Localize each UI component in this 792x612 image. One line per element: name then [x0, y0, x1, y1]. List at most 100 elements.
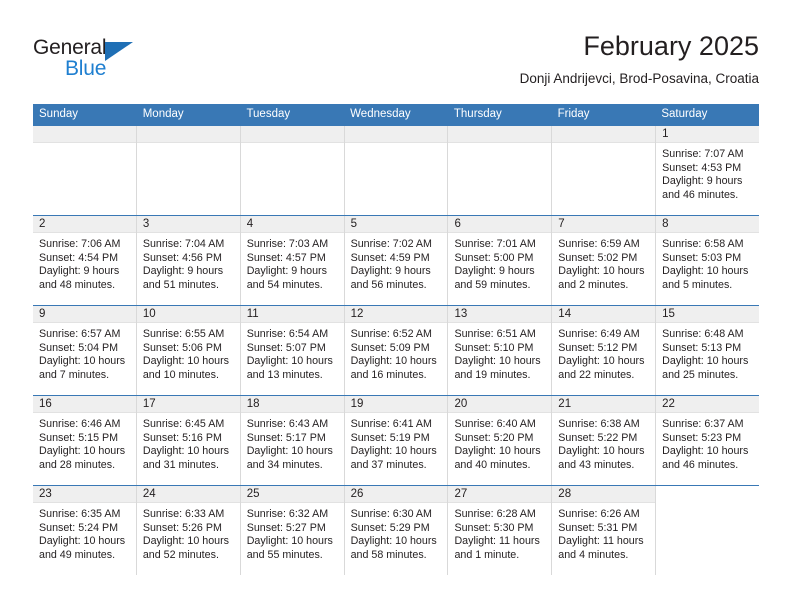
weekday-header-thursday: Thursday	[453, 108, 502, 120]
day-cell[interactable]	[552, 126, 657, 215]
day-cell[interactable]	[33, 126, 137, 215]
weekday-header-friday: Friday	[557, 108, 590, 120]
page-header: General Blue February 2025 Donji Andrije…	[0, 0, 792, 100]
day-number-strip: 26	[344, 486, 448, 503]
day-info: Sunrise: 6:33 AM Sunset: 5:26 PM Dayligh…	[137, 503, 240, 562]
day-info: Sunrise: 6:40 AM Sunset: 5:20 PM Dayligh…	[448, 413, 551, 472]
day-info: Sunrise: 6:37 AM Sunset: 5:23 PM Dayligh…	[656, 413, 759, 472]
day-cell[interactable]	[448, 126, 553, 215]
daylight-text: Daylight: 10 hours and 28 minutes.	[39, 445, 126, 471]
sunset-text: Sunset: 5:31 PM	[558, 521, 638, 534]
sunrise-text: Sunrise: 7:01 AM	[454, 238, 536, 250]
day-info: Sunrise: 6:48 AM Sunset: 5:13 PM Dayligh…	[656, 323, 759, 382]
day-cell[interactable]: 28 Sunrise: 6:26 AM Sunset: 5:31 PM Dayl…	[552, 486, 657, 575]
day-number: 15	[662, 308, 675, 320]
day-cell[interactable]: 11 Sunrise: 6:54 AM Sunset: 5:07 PM Dayl…	[240, 306, 345, 395]
day-info: Sunrise: 6:54 AM Sunset: 5:07 PM Dayligh…	[241, 323, 344, 382]
day-number: 24	[142, 488, 156, 500]
day-cell[interactable]: 10 Sunrise: 6:55 AM Sunset: 5:06 PM Dayl…	[136, 306, 241, 395]
weekday-header-monday: Monday	[142, 108, 184, 120]
day-cell[interactable]: 25 Sunrise: 6:32 AM Sunset: 5:27 PM Dayl…	[240, 486, 345, 575]
day-cell[interactable]: 26 Sunrise: 6:30 AM Sunset: 5:29 PM Dayl…	[344, 486, 449, 575]
general-blue-logo[interactable]: General Blue	[33, 36, 173, 82]
day-number-strip	[656, 486, 760, 503]
day-cell[interactable]: 18 Sunrise: 6:43 AM Sunset: 5:17 PM Dayl…	[240, 396, 345, 485]
day-cell[interactable]: 8 Sunrise: 6:58 AM Sunset: 5:03 PM Dayli…	[656, 216, 760, 305]
week-row: 16 Sunrise: 6:46 AM Sunset: 5:15 PM Dayl…	[33, 395, 760, 485]
day-info: Sunrise: 6:35 AM Sunset: 5:24 PM Dayligh…	[33, 503, 136, 562]
sunset-text: Sunset: 5:26 PM	[142, 521, 222, 534]
day-cell[interactable]	[240, 126, 345, 215]
day-cell[interactable]: 22 Sunrise: 6:37 AM Sunset: 5:23 PM Dayl…	[656, 396, 760, 485]
day-cell[interactable]: 2 Sunrise: 7:06 AM Sunset: 4:54 PM Dayli…	[33, 216, 137, 305]
day-cell[interactable]: 16 Sunrise: 6:46 AM Sunset: 5:15 PM Dayl…	[33, 396, 137, 485]
day-number: 1	[662, 128, 669, 140]
day-number-strip	[240, 126, 344, 143]
day-number-strip: 22	[656, 396, 760, 413]
day-info	[33, 143, 136, 148]
day-cell[interactable]: 7 Sunrise: 6:59 AM Sunset: 5:02 PM Dayli…	[552, 216, 657, 305]
day-number: 14	[558, 308, 572, 320]
daylight-text: Daylight: 9 hours and 51 minutes.	[142, 265, 224, 291]
day-info: Sunrise: 6:55 AM Sunset: 5:06 PM Dayligh…	[137, 323, 240, 382]
day-info	[137, 143, 240, 148]
day-cell[interactable]: 3 Sunrise: 7:04 AM Sunset: 4:56 PM Dayli…	[136, 216, 241, 305]
sunrise-text: Sunrise: 6:57 AM	[39, 328, 121, 340]
day-cell[interactable]: 23 Sunrise: 6:35 AM Sunset: 5:24 PM Dayl…	[33, 486, 137, 575]
day-cell[interactable]: 14 Sunrise: 6:49 AM Sunset: 5:12 PM Dayl…	[552, 306, 657, 395]
day-number-strip: 27	[448, 486, 552, 503]
daylight-text: Daylight: 9 hours and 46 minutes.	[662, 175, 743, 201]
day-number: 4	[246, 218, 254, 230]
day-number-strip: 13	[448, 306, 552, 323]
day-number-strip: 5	[344, 216, 448, 233]
day-number-strip: 6	[448, 216, 552, 233]
daylight-text: Daylight: 10 hours and 16 minutes.	[350, 355, 437, 381]
daylight-text: Daylight: 10 hours and 46 minutes.	[662, 445, 749, 471]
day-cell[interactable]: 12 Sunrise: 6:52 AM Sunset: 5:09 PM Dayl…	[344, 306, 449, 395]
sunrise-text: Sunrise: 6:43 AM	[246, 418, 329, 430]
sunset-text: Sunset: 5:19 PM	[350, 431, 430, 444]
daylight-text: Daylight: 10 hours and 22 minutes.	[558, 355, 645, 381]
sunset-text: Sunset: 4:54 PM	[39, 251, 119, 264]
day-number-strip: 19	[344, 396, 448, 413]
daylight-text: Daylight: 11 hours and 4 minutes.	[558, 535, 644, 561]
day-cell[interactable]: 6 Sunrise: 7:01 AM Sunset: 5:00 PM Dayli…	[448, 216, 553, 305]
day-cell[interactable]	[344, 126, 449, 215]
sunset-text: Sunset: 5:02 PM	[558, 251, 638, 264]
sunset-text: Sunset: 5:00 PM	[454, 251, 534, 264]
sunset-text: Sunset: 5:09 PM	[350, 341, 430, 354]
sunrise-text: Sunrise: 7:03 AM	[246, 238, 329, 250]
day-cell[interactable]: 24 Sunrise: 6:33 AM Sunset: 5:26 PM Dayl…	[136, 486, 241, 575]
day-info: Sunrise: 6:45 AM Sunset: 5:16 PM Dayligh…	[137, 413, 240, 472]
day-info	[656, 503, 759, 508]
day-number-strip: 10	[136, 306, 240, 323]
day-cell[interactable]	[136, 126, 241, 215]
day-number: 9	[39, 308, 46, 320]
day-cell[interactable]: 5 Sunrise: 7:02 AM Sunset: 4:59 PM Dayli…	[344, 216, 449, 305]
day-cell[interactable]: 17 Sunrise: 6:45 AM Sunset: 5:16 PM Dayl…	[136, 396, 241, 485]
week-row: 9 Sunrise: 6:57 AM Sunset: 5:04 PM Dayli…	[33, 305, 760, 395]
sunrise-text: Sunrise: 6:41 AM	[350, 418, 432, 430]
day-number: 22	[662, 398, 675, 410]
day-cell[interactable]: 19 Sunrise: 6:41 AM Sunset: 5:19 PM Dayl…	[344, 396, 449, 485]
day-cell[interactable]: 21 Sunrise: 6:38 AM Sunset: 5:22 PM Dayl…	[552, 396, 657, 485]
day-cell[interactable]: 4 Sunrise: 7:03 AM Sunset: 4:57 PM Dayli…	[240, 216, 345, 305]
day-cell[interactable]: 27 Sunrise: 6:28 AM Sunset: 5:30 PM Dayl…	[448, 486, 553, 575]
sunset-text: Sunset: 5:29 PM	[350, 521, 430, 534]
day-cell[interactable]: 13 Sunrise: 6:51 AM Sunset: 5:10 PM Dayl…	[448, 306, 553, 395]
day-cell[interactable]: 9 Sunrise: 6:57 AM Sunset: 5:04 PM Dayli…	[33, 306, 137, 395]
day-number-strip	[33, 126, 136, 143]
sunrise-text: Sunrise: 6:51 AM	[454, 328, 536, 340]
day-info: Sunrise: 6:32 AM Sunset: 5:27 PM Dayligh…	[241, 503, 344, 562]
day-cell[interactable]	[656, 486, 760, 575]
sunrise-text: Sunrise: 6:35 AM	[39, 508, 121, 520]
day-info: Sunrise: 6:28 AM Sunset: 5:30 PM Dayligh…	[448, 503, 551, 562]
day-number: 23	[39, 488, 52, 500]
day-number-strip	[344, 126, 448, 143]
day-cell[interactable]: 20 Sunrise: 6:40 AM Sunset: 5:20 PM Dayl…	[448, 396, 553, 485]
sunrise-text: Sunrise: 6:55 AM	[142, 328, 225, 340]
day-cell[interactable]: 15 Sunrise: 6:48 AM Sunset: 5:13 PM Dayl…	[656, 306, 760, 395]
sunset-text: Sunset: 5:16 PM	[142, 431, 222, 444]
daylight-text: Daylight: 9 hours and 48 minutes.	[39, 265, 120, 291]
day-cell[interactable]: 1 Sunrise: 7:07 AM Sunset: 4:53 PM Dayli…	[656, 126, 760, 215]
